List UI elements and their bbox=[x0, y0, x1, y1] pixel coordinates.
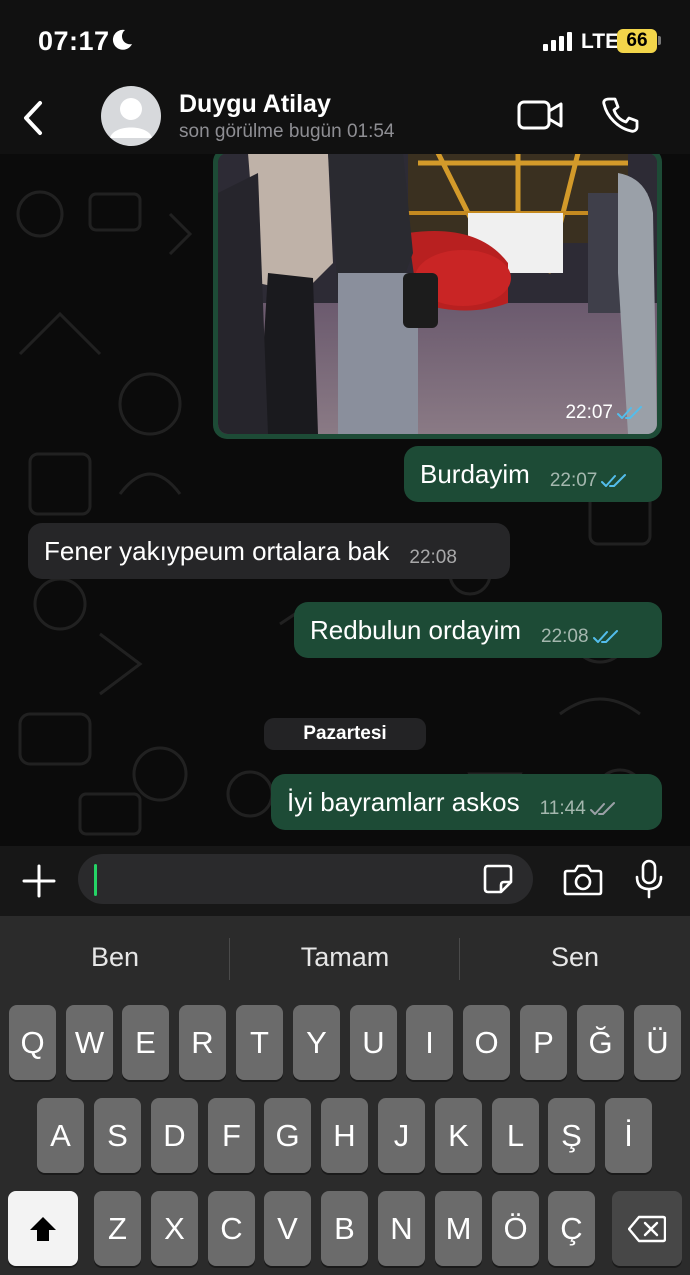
photo-meta: 22:07 bbox=[565, 402, 643, 424]
key[interactable]: G bbox=[264, 1098, 311, 1173]
shift-key[interactable] bbox=[8, 1191, 78, 1266]
key[interactable]: Ü bbox=[634, 1005, 681, 1080]
photo-thumbnail[interactable]: 22:07 bbox=[218, 154, 657, 434]
key[interactable]: C bbox=[208, 1191, 255, 1266]
message-time: 22:08 bbox=[409, 547, 457, 568]
key[interactable]: Ç bbox=[548, 1191, 595, 1266]
backspace-icon bbox=[628, 1215, 666, 1242]
key[interactable]: T bbox=[236, 1005, 283, 1080]
key[interactable]: Y bbox=[293, 1005, 340, 1080]
message-meta: 11:44 bbox=[540, 798, 616, 820]
predictive-text-bar: Ben Tamam Sen bbox=[0, 916, 690, 1002]
prediction-item[interactable]: Ben bbox=[0, 942, 230, 973]
key[interactable]: P bbox=[520, 1005, 567, 1080]
key[interactable]: J bbox=[378, 1098, 425, 1173]
shift-icon bbox=[30, 1216, 56, 1241]
phone-icon[interactable] bbox=[601, 96, 639, 134]
message-text: Burdayim bbox=[420, 458, 530, 489]
key[interactable]: O bbox=[463, 1005, 510, 1080]
last-seen-status: son görülme bugün 01:54 bbox=[179, 121, 395, 142]
double-tick-icon bbox=[601, 474, 627, 487]
video-call-icon[interactable] bbox=[517, 99, 563, 131]
outgoing-message[interactable]: Redbulun ordayim 22:08 bbox=[294, 602, 662, 658]
message-time: 22:07 bbox=[565, 402, 613, 423]
key[interactable]: N bbox=[378, 1191, 425, 1266]
key[interactable]: D bbox=[151, 1098, 198, 1173]
avatar[interactable] bbox=[101, 86, 161, 146]
signal-icon bbox=[543, 32, 572, 51]
key[interactable]: M bbox=[435, 1191, 482, 1266]
key[interactable]: Ö bbox=[492, 1191, 539, 1266]
prediction-item[interactable]: Sen bbox=[460, 942, 690, 973]
date-divider: Pazartesi bbox=[264, 718, 426, 750]
key[interactable]: W bbox=[66, 1005, 113, 1080]
plus-icon[interactable] bbox=[22, 864, 56, 898]
message-meta: 22:07 bbox=[550, 470, 628, 492]
back-icon[interactable] bbox=[20, 100, 46, 136]
double-tick-icon bbox=[592, 630, 618, 643]
incoming-message[interactable]: Fener yakıypeum ortalara bak 22:08 bbox=[28, 523, 510, 579]
key[interactable]: Z bbox=[94, 1191, 141, 1266]
avatar-icon bbox=[110, 98, 152, 138]
outgoing-message[interactable]: Burdayim 22:07 bbox=[404, 446, 662, 502]
status-bar: 07:17 LTE 66 bbox=[0, 0, 690, 82]
moon-icon bbox=[112, 29, 132, 50]
battery-tip bbox=[658, 36, 661, 45]
message-composer bbox=[0, 846, 690, 916]
photo-image bbox=[218, 154, 657, 434]
message-input[interactable] bbox=[78, 854, 533, 904]
key[interactable]: B bbox=[321, 1191, 368, 1266]
network-type: LTE bbox=[581, 30, 620, 53]
battery-indicator: 66 bbox=[617, 29, 657, 53]
message-text: İyi bayramlarr askos bbox=[287, 786, 520, 817]
prediction-item[interactable]: Tamam bbox=[230, 942, 460, 973]
key[interactable]: S bbox=[94, 1098, 141, 1173]
key[interactable]: H bbox=[321, 1098, 368, 1173]
key[interactable]: X bbox=[151, 1191, 198, 1266]
mic-icon[interactable] bbox=[634, 859, 664, 899]
message-text: Fener yakıypeum ortalara bak bbox=[44, 535, 390, 566]
contact-name[interactable]: Duygu Atilay bbox=[179, 90, 331, 119]
key[interactable]: Ğ bbox=[577, 1005, 624, 1080]
message-time: 22:08 bbox=[541, 626, 589, 647]
image-message[interactable]: 22:07 bbox=[213, 154, 662, 439]
chat-area[interactable]: 22:07 Burdayim 22:07 Fener yakıypeum ort… bbox=[0, 154, 690, 846]
key[interactable]: K bbox=[435, 1098, 482, 1173]
keyboard: Ben Tamam Sen Q W E R T Y U I O P Ğ Ü A … bbox=[0, 916, 690, 1275]
key[interactable]: R bbox=[179, 1005, 226, 1080]
double-tick-icon bbox=[617, 406, 642, 419]
message-time: 22:07 bbox=[549, 470, 598, 491]
chat-header: Duygu Atilay son görülme bugün 01:54 bbox=[0, 82, 690, 154]
message-meta: 22:08 bbox=[541, 626, 619, 648]
backspace-key[interactable] bbox=[612, 1191, 682, 1266]
key[interactable]: L bbox=[492, 1098, 539, 1173]
key[interactable]: E bbox=[122, 1005, 169, 1080]
message-text: Redbulun ordayim bbox=[310, 614, 522, 645]
message-time: 11:44 bbox=[539, 798, 586, 819]
key[interactable]: I bbox=[406, 1005, 453, 1080]
message-meta: 22:08 bbox=[409, 547, 457, 569]
sticker-icon[interactable] bbox=[482, 863, 514, 895]
key[interactable]: U bbox=[350, 1005, 397, 1080]
camera-icon[interactable] bbox=[563, 863, 603, 897]
key[interactable]: Q bbox=[9, 1005, 56, 1080]
outgoing-message[interactable]: İyi bayramlarr askos 11:44 bbox=[271, 774, 662, 830]
key[interactable]: F bbox=[208, 1098, 255, 1173]
double-tick-icon bbox=[589, 802, 615, 815]
text-caret bbox=[94, 864, 97, 896]
status-time: 07:17 bbox=[38, 26, 110, 56]
key[interactable]: V bbox=[264, 1191, 311, 1266]
key[interactable]: İ bbox=[605, 1098, 652, 1173]
key[interactable]: Ş bbox=[548, 1098, 595, 1173]
key[interactable]: A bbox=[37, 1098, 84, 1173]
